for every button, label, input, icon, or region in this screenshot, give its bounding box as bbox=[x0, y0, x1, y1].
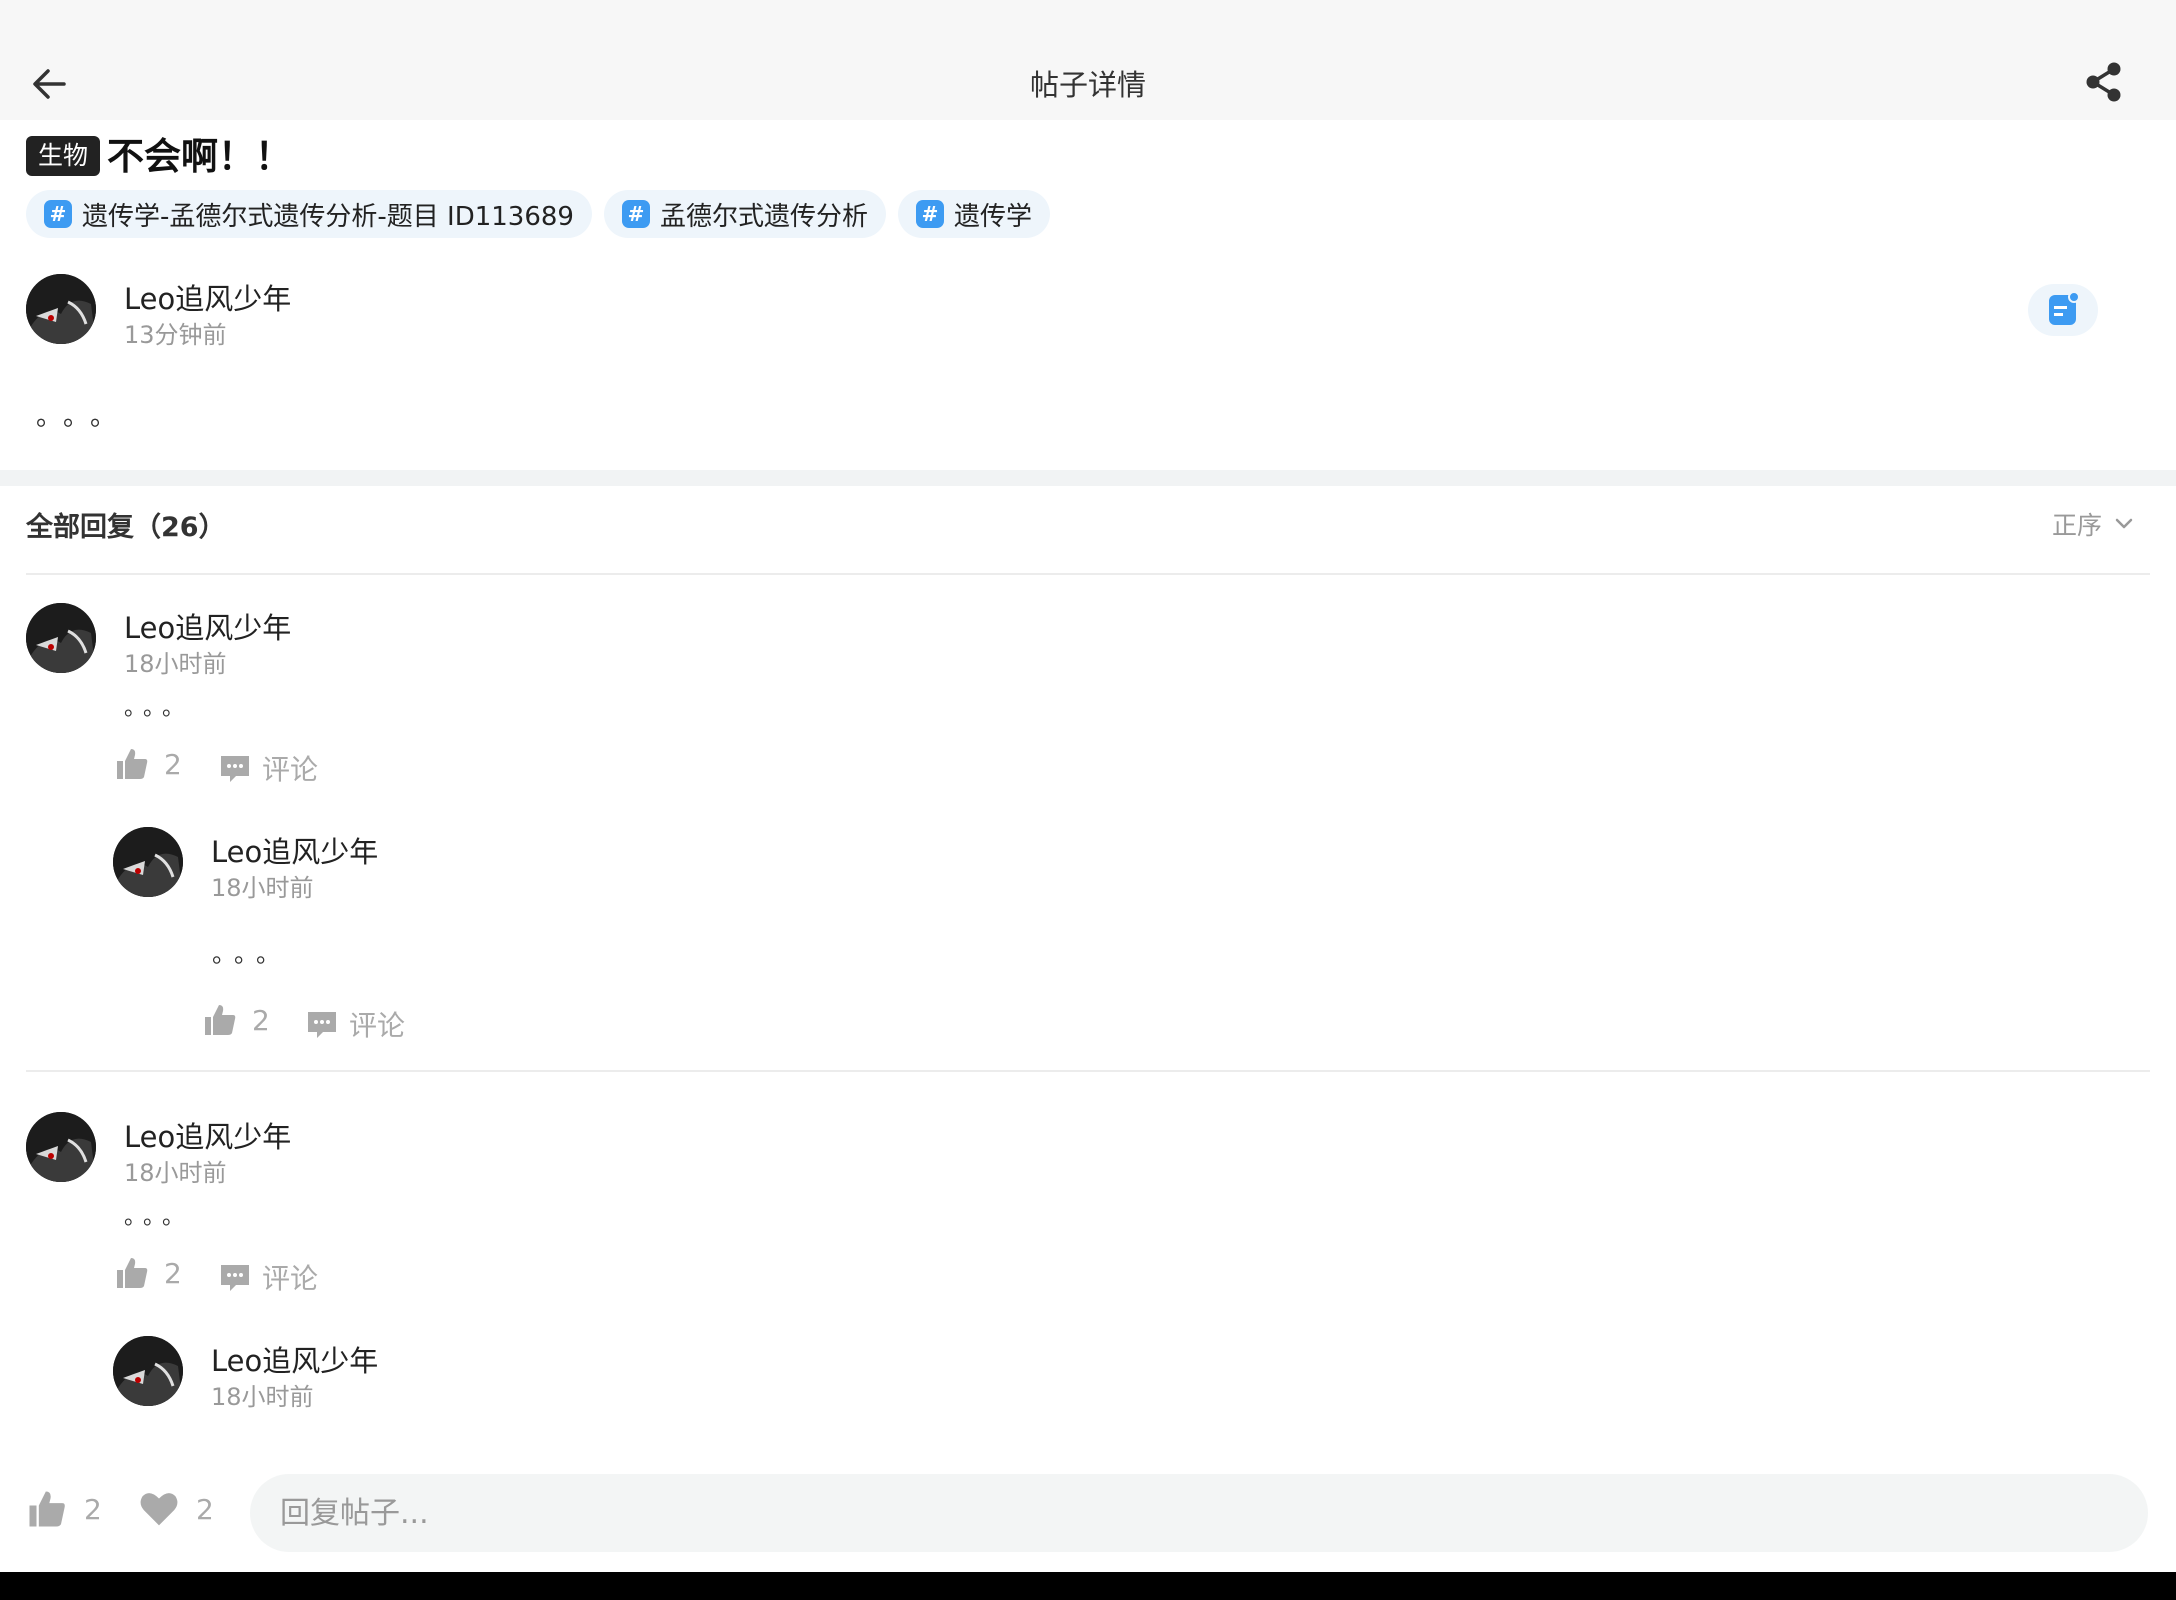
page-title: 帖子详情 bbox=[1029, 68, 1146, 102]
reply-content: 。。。 bbox=[124, 696, 193, 721]
reply-author[interactable]: Leo追风少年 bbox=[124, 605, 291, 647]
sub-reply-author[interactable]: Leo追风少年 bbox=[211, 1338, 378, 1380]
like-count: 2 bbox=[164, 747, 182, 781]
avatar[interactable] bbox=[26, 603, 96, 673]
hashtag-icon: # bbox=[916, 200, 944, 228]
post-content: 。。。 bbox=[36, 402, 131, 432]
like-button[interactable]: 2 bbox=[202, 1002, 270, 1038]
comment-icon bbox=[221, 1265, 249, 1291]
avatar[interactable] bbox=[26, 1112, 96, 1182]
favorite-button[interactable]: 2 bbox=[138, 1488, 214, 1530]
section-divider bbox=[0, 470, 2176, 486]
divider bbox=[26, 573, 2150, 575]
comment-icon bbox=[308, 1012, 336, 1038]
post-title: 不会啊！！ bbox=[107, 135, 292, 178]
sub-reply-content: 。。。 bbox=[212, 940, 290, 968]
like-count: 2 bbox=[252, 1003, 270, 1037]
thumbs-up-icon bbox=[117, 1258, 148, 1288]
reply-time: 18小时前 bbox=[124, 1159, 227, 1187]
comment-icon bbox=[221, 756, 249, 782]
subject-tag: 生物 bbox=[26, 136, 101, 176]
like-count: 2 bbox=[164, 1256, 182, 1290]
post-time: 13分钟前 bbox=[124, 321, 227, 349]
comment-button[interactable]: 评论 bbox=[305, 1004, 405, 1044]
sub-reply-author[interactable]: Leo追风少年 bbox=[211, 829, 378, 871]
comment-label: 评论 bbox=[262, 1262, 319, 1295]
reply-time: 18小时前 bbox=[124, 650, 227, 678]
sub-reply-time: 18小时前 bbox=[211, 874, 314, 902]
comment-button[interactable]: 评论 bbox=[218, 748, 318, 788]
sub-reply-time: 18小时前 bbox=[211, 1383, 314, 1411]
reply-author[interactable]: Leo追风少年 bbox=[124, 1114, 291, 1156]
post-like-count: 2 bbox=[84, 1492, 102, 1526]
comment-button[interactable]: 评论 bbox=[218, 1257, 318, 1297]
favorite-count: 2 bbox=[196, 1492, 214, 1526]
topic-tag[interactable]: # 遗传学-孟德尔式遗传分析-题目 ID113689 bbox=[26, 190, 592, 238]
reply-input[interactable] bbox=[250, 1474, 2148, 1552]
like-button[interactable]: 2 bbox=[114, 746, 182, 782]
share-icon bbox=[2086, 62, 2121, 102]
topic-tag[interactable]: # 遗传学 bbox=[898, 190, 1051, 238]
note-icon bbox=[2049, 291, 2080, 325]
avatar[interactable] bbox=[26, 274, 96, 344]
sort-dropdown[interactable]: 正序 bbox=[2052, 506, 2136, 542]
hashtag-icon: # bbox=[621, 200, 650, 228]
topic-tag-label: 孟德尔式遗传分析 bbox=[659, 201, 868, 232]
like-button[interactable]: 2 bbox=[114, 1255, 182, 1291]
comment-label: 评论 bbox=[262, 753, 319, 786]
topic-tag-label: 遗传学 bbox=[954, 201, 1033, 232]
avatar[interactable] bbox=[113, 1336, 183, 1406]
sort-label: 正序 bbox=[2052, 511, 2103, 540]
note-button[interactable] bbox=[2028, 284, 2098, 336]
divider bbox=[26, 1070, 2150, 1072]
topic-tags: # 遗传学-孟德尔式遗传分析-题目 ID113689 # 孟德尔式遗传分析 # … bbox=[26, 190, 1051, 238]
chevron-down-icon bbox=[2115, 518, 2133, 529]
post-like-button[interactable]: 2 bbox=[26, 1488, 102, 1530]
reply-content: 。。。 bbox=[124, 1205, 193, 1230]
thumbs-up-icon bbox=[117, 749, 148, 779]
top-bar: 帖子详情 bbox=[0, 0, 2176, 120]
topic-tag[interactable]: # 孟德尔式遗传分析 bbox=[603, 190, 886, 238]
replies-title: 全部回复（26） bbox=[26, 512, 226, 543]
heart-icon bbox=[140, 1493, 178, 1526]
system-nav-bar bbox=[0, 1572, 2176, 1600]
topic-tag-label: 遗传学-孟德尔式遗传分析-题目 ID113689 bbox=[82, 201, 574, 232]
thumbs-up-icon bbox=[205, 1005, 236, 1035]
author-name[interactable]: Leo追风少年 bbox=[124, 276, 291, 318]
thumbs-up-icon bbox=[29, 1491, 65, 1527]
comment-label: 评论 bbox=[349, 1009, 406, 1042]
share-button[interactable] bbox=[2082, 60, 2126, 104]
avatar[interactable] bbox=[113, 827, 183, 897]
hashtag-icon: # bbox=[44, 200, 72, 228]
